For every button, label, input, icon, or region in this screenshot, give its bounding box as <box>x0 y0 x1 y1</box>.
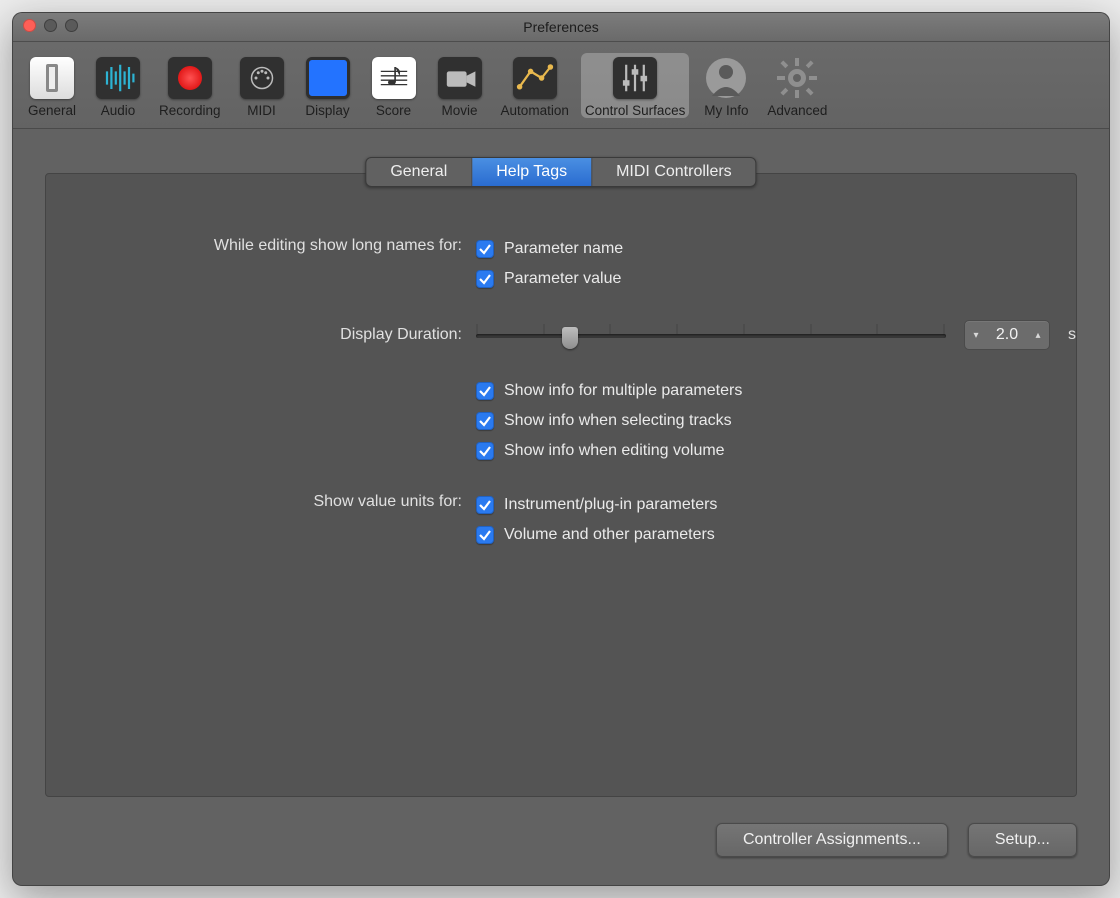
toolbar-general[interactable]: General <box>23 53 81 118</box>
tab-general[interactable]: General <box>366 158 472 186</box>
checkbox-parameter-name[interactable] <box>476 240 494 258</box>
zoom-window-button[interactable] <box>65 19 78 32</box>
checkbox-label: Parameter value <box>504 270 621 288</box>
checkbox-label: Volume and other parameters <box>504 526 715 544</box>
long-names-label: While editing show long names for: <box>46 234 476 258</box>
checkbox-show-selecting-tracks[interactable] <box>476 412 494 430</box>
toolbar-movie[interactable]: Movie <box>431 53 489 118</box>
toolbar-control-surfaces[interactable]: Control Surfaces <box>581 53 690 118</box>
toolbar-my-info[interactable]: My Info <box>697 53 755 118</box>
toolbar-automation[interactable]: Automation <box>497 53 573 118</box>
checkbox-label: Parameter name <box>504 240 623 258</box>
value-units-label: Show value units for: <box>46 490 476 514</box>
setup-button[interactable]: Setup... <box>968 823 1077 857</box>
switch-icon <box>30 57 74 99</box>
person-icon <box>704 57 748 99</box>
toolbar-midi[interactable]: MIDI <box>233 53 291 118</box>
window-title: Preferences <box>523 19 598 35</box>
camera-icon <box>438 57 482 99</box>
controller-assignments-button[interactable]: Controller Assignments... <box>716 823 948 857</box>
form: While editing show long names for: Param… <box>46 234 1076 558</box>
display-duration-label: Display Duration: <box>46 323 476 347</box>
automation-icon <box>513 57 557 99</box>
display-duration-stepper[interactable]: ▾ 2.0 ▴ <box>964 320 1050 350</box>
checkbox-instrument-plugin-params[interactable] <box>476 496 494 514</box>
traffic-lights <box>23 19 78 32</box>
score-icon <box>372 57 416 99</box>
toolbar-recording[interactable]: Recording <box>155 53 225 118</box>
decrement-button[interactable]: ▾ <box>965 330 987 341</box>
checkbox-label: Show info when selecting tracks <box>504 412 732 430</box>
sub-tabs: General Help Tags MIDI Controllers <box>365 157 756 187</box>
record-icon <box>168 57 212 99</box>
monitor-icon <box>306 57 350 99</box>
tab-help-tags[interactable]: Help Tags <box>472 158 592 186</box>
titlebar: Preferences <box>13 13 1109 42</box>
display-duration-slider[interactable] <box>476 318 946 352</box>
minimize-window-button[interactable] <box>44 19 57 32</box>
checkbox-parameter-value[interactable] <box>476 270 494 288</box>
preferences-window: Preferences General Audio Recording <box>12 12 1110 886</box>
prefs-toolbar: General Audio Recording <box>13 42 1109 129</box>
checkbox-label: Show info for multiple parameters <box>504 382 742 400</box>
slider-knob[interactable] <box>562 327 578 349</box>
toolbar-score[interactable]: Score <box>365 53 423 118</box>
toolbar-audio[interactable]: Audio <box>89 53 147 118</box>
checkbox-volume-other-params[interactable] <box>476 526 494 544</box>
waveform-icon <box>96 57 140 99</box>
footer-buttons: Controller Assignments... Setup... <box>716 823 1077 857</box>
content-panel: General Help Tags MIDI Controllers While… <box>45 173 1077 797</box>
checkbox-label: Show info when editing volume <box>504 442 725 460</box>
checkbox-show-multiple-params[interactable] <box>476 382 494 400</box>
toolbar-display[interactable]: Display <box>299 53 357 118</box>
toolbar-advanced[interactable]: Advanced <box>763 53 831 118</box>
tab-midi-controllers[interactable]: MIDI Controllers <box>592 158 756 186</box>
faders-icon <box>613 57 657 99</box>
increment-button[interactable]: ▴ <box>1027 330 1049 341</box>
close-window-button[interactable] <box>23 19 36 32</box>
display-duration-unit: s <box>1068 326 1076 344</box>
gear-icon <box>775 57 819 99</box>
display-duration-value: 2.0 <box>987 326 1027 344</box>
checkbox-show-editing-volume[interactable] <box>476 442 494 460</box>
midi-icon <box>240 57 284 99</box>
checkbox-label: Instrument/plug-in parameters <box>504 496 717 514</box>
